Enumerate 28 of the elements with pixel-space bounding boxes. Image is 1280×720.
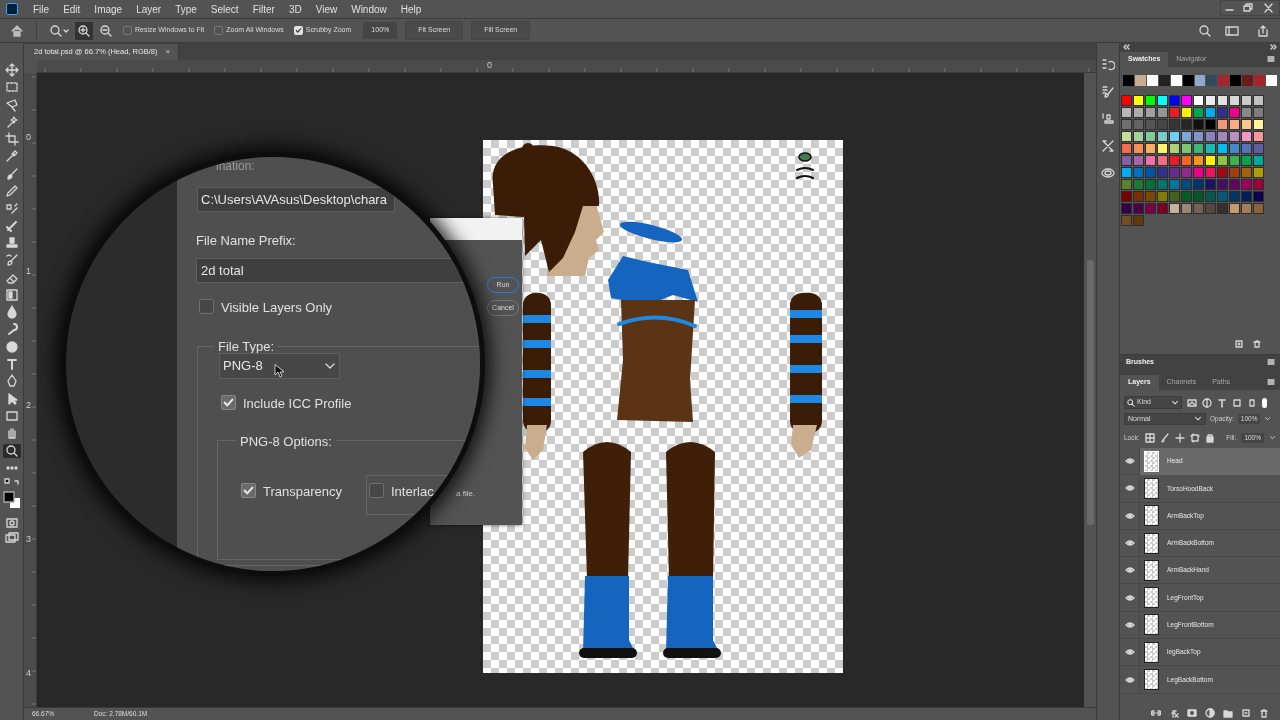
checkbox-label: Visible Layers Only bbox=[221, 299, 333, 317]
dialog-note: a file. bbox=[456, 488, 476, 500]
checkbox-label: Interlac bbox=[391, 483, 434, 501]
menu-item[interactable]: Help bbox=[393, 1, 429, 17]
menu-item[interactable]: 3D bbox=[281, 1, 309, 17]
checkbox-label: Include ICC Profile bbox=[243, 395, 352, 413]
ruler-label: 4 bbox=[26, 668, 31, 678]
ruler-label: 2 bbox=[26, 400, 31, 410]
menu-item[interactable]: Type bbox=[168, 1, 204, 17]
file-type-select[interactable]: PNG-8 bbox=[219, 353, 340, 379]
menu-item[interactable]: Image bbox=[87, 1, 130, 17]
ruler-label: 0 bbox=[26, 132, 31, 142]
menu-item[interactable]: View bbox=[308, 1, 345, 17]
field-label: File Name Prefix: bbox=[196, 232, 296, 250]
ruler-label: 0 bbox=[487, 60, 492, 70]
destination-field[interactable]: C:\Users\AVAsus\Desktop\chara bbox=[197, 187, 395, 212]
ruler-label: 3 bbox=[26, 534, 31, 544]
dialog-heading: ination: bbox=[216, 158, 255, 175]
menu-item[interactable]: File bbox=[26, 1, 57, 17]
menu-item[interactable]: Filter bbox=[245, 1, 282, 17]
select-value: PNG-8 bbox=[223, 357, 263, 376]
tab-close-button[interactable]: × bbox=[165, 46, 171, 58]
menu-item[interactable]: Edit bbox=[56, 1, 88, 17]
ruler-label: 1 bbox=[26, 266, 31, 276]
menu-item[interactable]: Layer bbox=[129, 1, 169, 17]
menu-item[interactable]: Select bbox=[203, 1, 246, 17]
checkbox-label: Transparency bbox=[263, 483, 342, 501]
menu-item[interactable]: Window bbox=[344, 1, 394, 17]
